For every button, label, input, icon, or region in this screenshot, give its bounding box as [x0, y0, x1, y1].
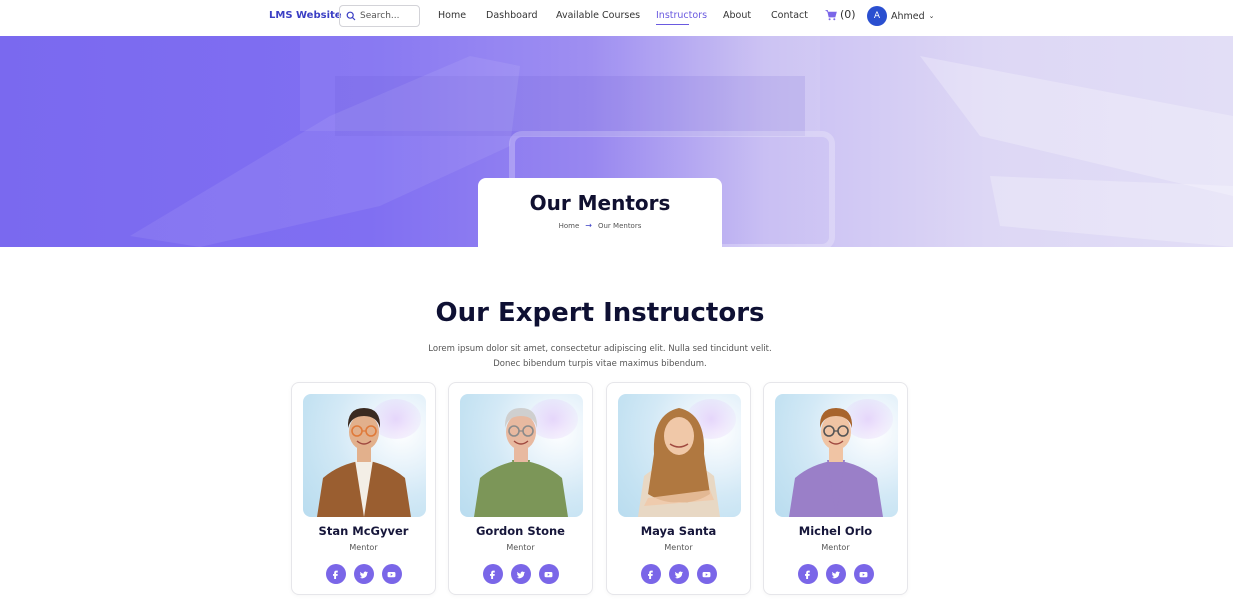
instructor-role: Mentor	[349, 543, 378, 552]
social-links	[607, 564, 750, 584]
twitter-button[interactable]	[353, 564, 374, 584]
instructor-portrait-image	[474, 408, 568, 517]
twitter-icon	[831, 570, 840, 578]
youtube-button[interactable]	[853, 564, 874, 584]
nav-link-home[interactable]: Home	[438, 10, 466, 21]
search-icon	[346, 11, 356, 21]
facebook-icon	[490, 570, 495, 579]
instructor-card[interactable]: Gordon Stone Mentor	[448, 382, 593, 595]
youtube-button[interactable]	[381, 564, 402, 584]
arrow-right-icon: →	[585, 221, 592, 230]
facebook-button[interactable]	[482, 564, 503, 584]
instructor-photo	[303, 394, 426, 517]
cart-button[interactable]: (0)	[825, 8, 856, 21]
instructor-card[interactable]: Maya Santa Mentor	[606, 382, 751, 595]
twitter-button[interactable]	[668, 564, 689, 584]
cart-count: (0)	[840, 8, 856, 21]
search-input[interactable]	[360, 11, 416, 21]
facebook-icon	[333, 570, 338, 579]
cart-icon	[825, 9, 837, 20]
nav-link-dashboard[interactable]: Dashboard	[486, 10, 538, 21]
page-title: Our Mentors	[529, 191, 671, 215]
page-title-card: Our Mentors Home → Our Mentors	[478, 178, 722, 247]
instructor-photo	[775, 394, 898, 517]
nav-link-about[interactable]: About	[723, 10, 751, 21]
twitter-button[interactable]	[825, 564, 846, 584]
instructor-photo	[460, 394, 583, 517]
facebook-button[interactable]	[797, 564, 818, 584]
facebook-icon	[805, 570, 810, 579]
instructor-photo	[618, 394, 741, 517]
instructor-role: Mentor	[664, 543, 693, 552]
user-name: Ahmed	[891, 10, 925, 22]
instructor-portrait-image	[317, 408, 411, 517]
nav-link-contact[interactable]: Contact	[771, 10, 808, 21]
chevron-down-icon: ⌄	[928, 12, 935, 20]
instructor-portrait-image	[789, 408, 883, 517]
section-title: Our Expert Instructors	[435, 298, 765, 328]
instructor-role: Mentor	[506, 543, 535, 552]
instructor-name[interactable]: Gordon Stone	[449, 524, 592, 538]
instructor-name[interactable]: Stan McGyver	[292, 524, 435, 538]
nav-link-instructors[interactable]: Instructors	[656, 10, 707, 25]
facebook-icon	[648, 570, 653, 579]
brand-logo-link[interactable]: LMS Website	[269, 10, 342, 21]
instructor-role: Mentor	[821, 543, 850, 552]
twitter-icon	[359, 570, 368, 578]
instructor-name[interactable]: Michel Orlo	[764, 524, 907, 538]
breadcrumb-current: Our Mentors	[597, 221, 642, 230]
twitter-icon	[516, 570, 525, 578]
social-links	[449, 564, 592, 584]
facebook-button[interactable]	[640, 564, 661, 584]
youtube-icon	[544, 571, 553, 577]
social-links	[764, 564, 907, 584]
youtube-icon	[702, 571, 711, 577]
youtube-icon	[387, 571, 396, 577]
instructor-card[interactable]: Stan McGyver Mentor	[291, 382, 436, 595]
youtube-button[interactable]	[696, 564, 717, 584]
twitter-button[interactable]	[510, 564, 531, 584]
section-description: Lorem ipsum dolor sit amet, consectetur …	[428, 344, 772, 369]
twitter-icon	[674, 570, 683, 578]
instructor-portrait-image	[638, 408, 720, 517]
youtube-icon	[859, 571, 868, 577]
breadcrumb: Home → Our Mentors	[478, 221, 722, 230]
facebook-button[interactable]	[325, 564, 346, 584]
avatar: A	[867, 6, 887, 26]
search-box[interactable]	[339, 5, 420, 27]
breadcrumb-home-link[interactable]: Home	[559, 222, 580, 230]
youtube-button[interactable]	[538, 564, 559, 584]
instructor-card[interactable]: Michel Orlo Mentor	[763, 382, 908, 595]
instructor-name[interactable]: Maya Santa	[607, 524, 750, 538]
social-links	[292, 564, 435, 584]
user-menu[interactable]: A Ahmed ⌄	[867, 6, 935, 26]
top-navbar: LMS Website Home Dashboard Available Cou…	[0, 0, 1233, 36]
nav-link-available-courses[interactable]: Available Courses	[556, 10, 640, 21]
